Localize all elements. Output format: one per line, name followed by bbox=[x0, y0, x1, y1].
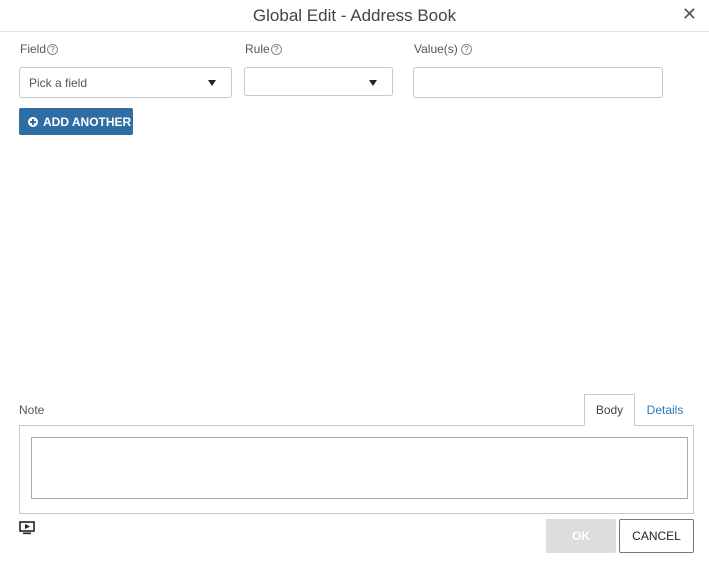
rule-select[interactable] bbox=[244, 67, 393, 96]
rule-label-group: Rule ? bbox=[245, 42, 282, 56]
tab-details[interactable]: Details bbox=[640, 394, 690, 426]
add-another-label: ADD ANOTHER bbox=[43, 114, 132, 129]
values-label-group: Value(s) ? bbox=[414, 42, 472, 56]
values-label: Value(s) bbox=[414, 42, 458, 56]
rule-label: Rule bbox=[245, 42, 270, 56]
close-icon[interactable]: ✕ bbox=[682, 4, 697, 24]
help-icon[interactable]: ? bbox=[270, 43, 282, 55]
plus-circle-icon bbox=[28, 116, 38, 127]
dialog-titlebar: Global Edit - Address Book ✕ bbox=[0, 0, 709, 32]
add-another-button[interactable]: ADD ANOTHER bbox=[19, 108, 133, 135]
field-label: Field bbox=[20, 42, 47, 56]
field-label-group: Field ? bbox=[20, 42, 59, 56]
note-label: Note bbox=[19, 403, 45, 417]
dialog-title: Global Edit - Address Book bbox=[252, 6, 457, 25]
help-icon[interactable]: ? bbox=[460, 43, 472, 55]
chevron-down-icon bbox=[208, 80, 216, 86]
field-select-value: Pick a field bbox=[29, 75, 88, 90]
play-video-icon[interactable] bbox=[19, 521, 36, 535]
ok-button[interactable]: OK bbox=[546, 519, 616, 553]
chevron-down-icon bbox=[369, 80, 377, 86]
field-select[interactable]: Pick a field bbox=[19, 67, 232, 98]
tab-body[interactable]: Body bbox=[584, 394, 635, 426]
help-icon[interactable]: ? bbox=[47, 43, 59, 55]
values-input[interactable] bbox=[413, 67, 663, 98]
note-panel bbox=[19, 425, 694, 514]
cancel-button[interactable]: CANCEL bbox=[619, 519, 694, 553]
note-textarea[interactable] bbox=[31, 437, 688, 499]
